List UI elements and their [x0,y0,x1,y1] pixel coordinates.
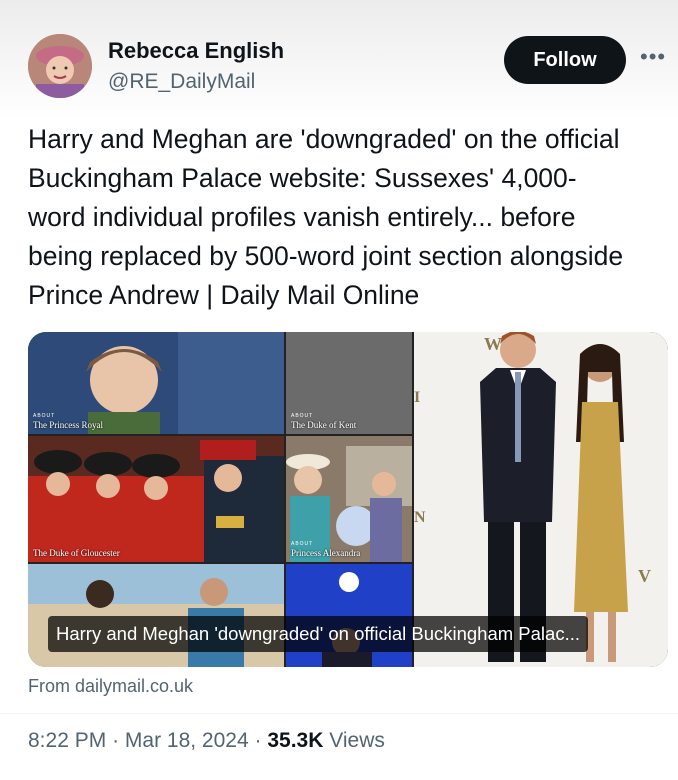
more-icon[interactable]: ••• [640,44,666,70]
views-count: 35.3K [267,729,324,752]
tile-label-princess-royal: The Princess Royal [33,420,103,430]
tweet-text-line: Harry and Meghan are 'downgraded' on the… [28,124,620,154]
tile-about-label: ABOUT [291,541,314,547]
tile-princess-alexandra-image: ABOUT Princess Alexandra [286,436,412,562]
tile-about-label: ABOUT [33,413,56,419]
svg-text:V: V [638,566,651,586]
tile-about-label: ABOUT [291,413,314,419]
tile-label-princess-alexandra: Princess Alexandra [291,548,361,558]
svg-text:I: I [414,389,420,406]
link-source[interactable]: From dailymail.co.uk [28,676,193,697]
tile-label-duke-of-kent: The Duke of Kent [291,420,357,430]
tweet-text-line: Buckingham Palace website: Sussexes' 4,0… [28,163,577,193]
tile-duke-of-gloucester-image: The Duke of Gloucester [28,436,284,562]
svg-text:N: N [414,509,426,526]
tweet-header: Rebecca English @RE_DailyMail Follow ••• [28,30,668,110]
tweet-text: Harry and Meghan are 'downgraded' on the… [28,120,668,315]
tweet-meta: 8:22 PM · Mar 18, 2024 · 35.3K Views [28,729,385,753]
tile-label-duke-of-gloucester: The Duke of Gloucester [33,548,120,558]
author-handle[interactable]: @RE_DailyMail [108,70,255,94]
link-card[interactable]: ABOUT The Princess Royal ABOUT The Duke … [28,332,668,667]
views-label: Views [329,729,385,752]
tweet-time[interactable]: 8:22 PM [28,729,106,752]
avatar[interactable] [28,34,92,98]
tile-duke-of-kent-image: ABOUT The Duke of Kent [286,332,412,434]
tile-princess-royal-image: ABOUT The Princess Royal [28,332,284,434]
divider [0,713,678,714]
follow-button[interactable]: Follow [504,36,626,84]
tweet-text-line: being replaced by 500-word joint section… [28,241,624,271]
separator: · [254,729,262,752]
author-name[interactable]: Rebecca English [108,38,284,64]
link-card-title[interactable]: Harry and Meghan 'downgraded' on officia… [48,616,588,652]
tweet-text-line: Prince Andrew | Daily Mail Online [28,280,420,310]
svg-text:W: W [484,334,502,354]
tweet-date[interactable]: Mar 18, 2024 [125,729,249,752]
tweet-text-line: word individual profiles vanish entirely… [28,202,576,232]
separator: · [112,729,120,752]
